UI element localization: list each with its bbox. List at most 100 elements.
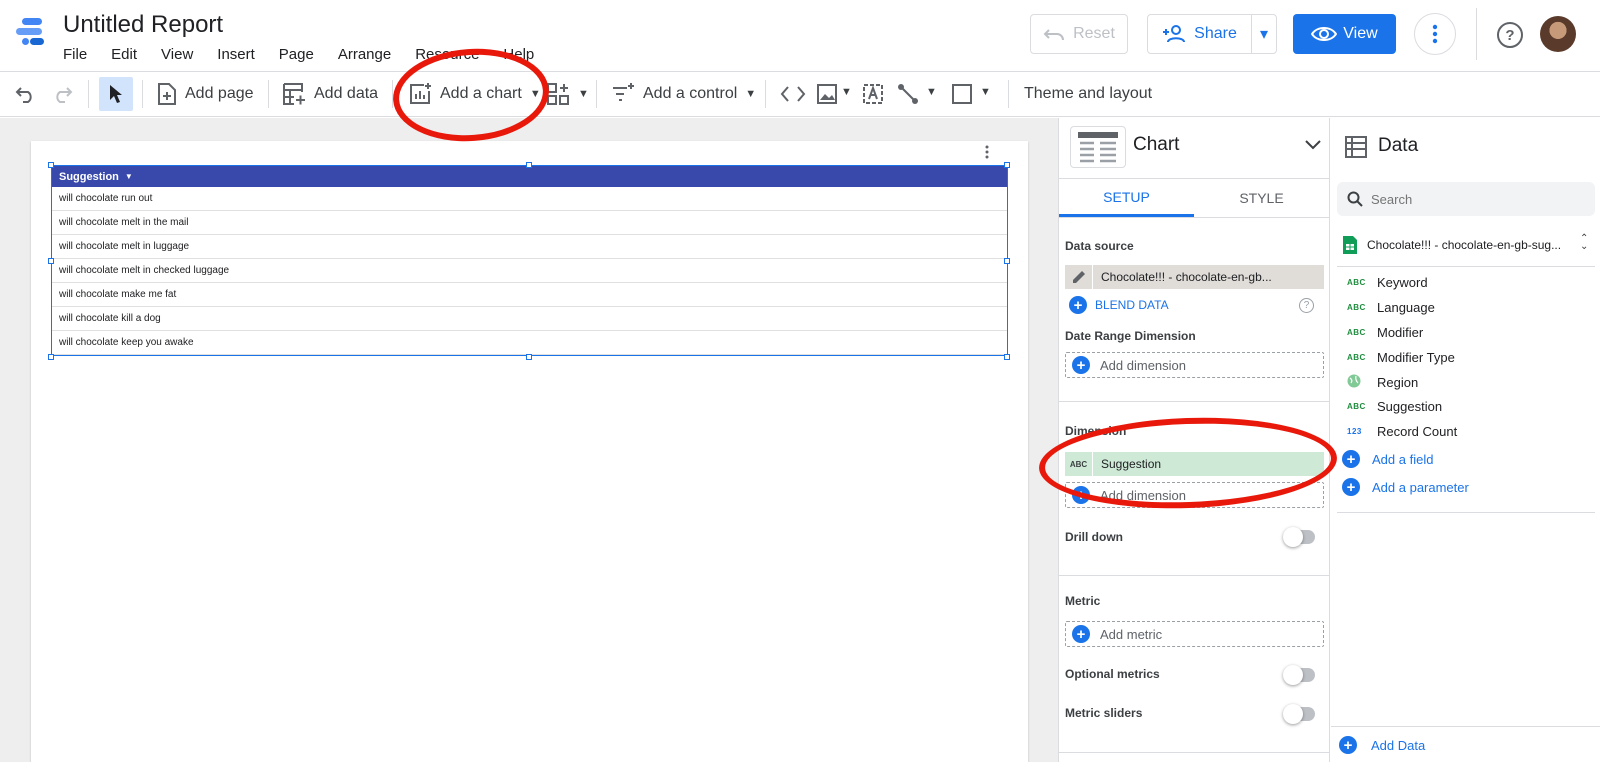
data-source-name: Chocolate!!! - chocolate-en-gb... bbox=[1101, 270, 1272, 284]
add-component-button[interactable]: ▼ bbox=[546, 72, 589, 116]
table-chart-type-icon[interactable] bbox=[1070, 126, 1126, 168]
add-page-button[interactable]: Add page bbox=[157, 72, 254, 116]
tab-style[interactable]: STYLE bbox=[1194, 179, 1329, 217]
field-modifier[interactable]: ABC Modifier bbox=[1347, 325, 1423, 340]
drill-down-toggle[interactable] bbox=[1283, 527, 1315, 547]
divider bbox=[1337, 512, 1595, 513]
abc-type-icon: ABC bbox=[1347, 278, 1366, 287]
toolbar-divider bbox=[596, 80, 597, 108]
data-source-chip[interactable]: Chocolate!!! - chocolate-en-gb... bbox=[1065, 265, 1324, 289]
table-header[interactable]: Suggestion ▼ bbox=[52, 166, 1007, 187]
resize-handle[interactable] bbox=[48, 162, 54, 168]
menu-page[interactable]: Page bbox=[279, 46, 314, 63]
avatar[interactable] bbox=[1540, 16, 1576, 52]
menu-insert[interactable]: Insert bbox=[217, 46, 255, 63]
field-name: Keyword bbox=[1377, 275, 1428, 290]
table-row: will chocolate melt in luggage bbox=[52, 235, 1007, 259]
code-embed-icon[interactable] bbox=[780, 84, 806, 104]
date-range-label: Date Range Dimension bbox=[1065, 329, 1196, 343]
column-header-suggestion[interactable]: Suggestion bbox=[59, 171, 119, 183]
help-icon[interactable]: ? bbox=[1497, 22, 1523, 48]
google-sheets-icon bbox=[1343, 236, 1357, 254]
share-button[interactable]: Share ▾ bbox=[1147, 14, 1277, 54]
optional-metrics-toggle[interactable] bbox=[1283, 665, 1315, 685]
reset-button[interactable]: Reset bbox=[1030, 14, 1128, 54]
data-table-icon bbox=[1345, 136, 1367, 158]
field-modifier-type[interactable]: ABC Modifier Type bbox=[1347, 350, 1455, 365]
text-box-icon[interactable] bbox=[862, 83, 884, 105]
add-data-button[interactable]: Add data bbox=[282, 72, 378, 116]
field-keyword[interactable]: ABC Keyword bbox=[1347, 275, 1428, 290]
add-person-icon bbox=[1163, 25, 1186, 43]
metric-sliders-toggle[interactable] bbox=[1283, 704, 1315, 724]
app-header: Untitled Report File Edit View Insert Pa… bbox=[0, 0, 1600, 71]
tab-setup[interactable]: SETUP bbox=[1059, 179, 1194, 217]
search-input[interactable] bbox=[1371, 191, 1571, 207]
field-name: Modifier bbox=[1377, 325, 1424, 340]
undo-icon[interactable] bbox=[15, 85, 37, 103]
add-field-label: Add a field bbox=[1372, 451, 1434, 467]
redo-icon[interactable] bbox=[51, 85, 73, 103]
divider bbox=[1059, 401, 1329, 402]
menu-edit[interactable]: Edit bbox=[111, 46, 137, 63]
resize-handle[interactable] bbox=[1004, 162, 1010, 168]
chevron-down-icon[interactable]: ▼ bbox=[980, 86, 991, 98]
filter-control-icon bbox=[613, 83, 634, 101]
view-label: View bbox=[1343, 25, 1378, 42]
field-region[interactable]: Region bbox=[1347, 374, 1418, 390]
data-source-name: Chocolate!!! - chocolate-en-gb-sug... bbox=[1367, 238, 1562, 252]
chevron-down-icon[interactable]: ▼ bbox=[841, 86, 852, 98]
add-component-icon bbox=[547, 83, 569, 105]
resize-handle[interactable] bbox=[1004, 354, 1010, 360]
plus-circle-icon: + bbox=[1342, 478, 1360, 496]
menu-view[interactable]: View bbox=[161, 46, 193, 63]
field-suggestion[interactable]: ABC Suggestion bbox=[1347, 399, 1442, 414]
toolbar-divider bbox=[142, 80, 143, 108]
field-name: Suggestion bbox=[1377, 399, 1443, 414]
resize-handle[interactable] bbox=[48, 258, 54, 264]
menu-file[interactable]: File bbox=[63, 46, 87, 63]
add-metric-button[interactable]: + Add metric bbox=[1065, 621, 1324, 647]
more-options-button[interactable] bbox=[1414, 13, 1456, 55]
pencil-edit-icon[interactable] bbox=[1065, 265, 1093, 289]
add-control-button[interactable]: Add a control ▼ bbox=[611, 72, 756, 116]
search-field[interactable] bbox=[1337, 182, 1595, 216]
add-page-icon bbox=[158, 83, 176, 105]
field-record-count[interactable]: 123 Record Count bbox=[1347, 424, 1457, 439]
search-icon bbox=[1347, 191, 1363, 207]
line-icon[interactable] bbox=[897, 83, 919, 105]
add-parameter-button[interactable]: + Add a parameter bbox=[1342, 478, 1469, 496]
add-data-panel-button[interactable]: + Add Data bbox=[1339, 736, 1425, 754]
sort-caret-icon[interactable]: ▼ bbox=[125, 172, 133, 181]
resize-handle[interactable] bbox=[1004, 258, 1010, 264]
menu-arrange[interactable]: Arrange bbox=[338, 46, 391, 63]
table-chart[interactable]: Suggestion ▼ will chocolate run out will… bbox=[51, 165, 1008, 356]
share-dropdown-icon[interactable]: ▾ bbox=[1252, 24, 1276, 44]
resize-handle[interactable] bbox=[526, 162, 532, 168]
add-data-label: Add Data bbox=[1371, 737, 1426, 753]
report-title[interactable]: Untitled Report bbox=[63, 11, 223, 39]
chevron-down-icon[interactable]: ▼ bbox=[926, 86, 937, 98]
more-vert-icon[interactable] bbox=[984, 145, 990, 159]
table-row: will chocolate melt in checked luggage bbox=[52, 259, 1007, 283]
theme-layout-label: Theme and layout bbox=[1024, 85, 1153, 102]
theme-layout-button[interactable]: Theme and layout bbox=[1024, 72, 1152, 116]
help-icon[interactable]: ? bbox=[1299, 298, 1314, 313]
shape-icon[interactable] bbox=[951, 83, 973, 105]
image-icon[interactable] bbox=[816, 83, 838, 105]
view-button[interactable]: View bbox=[1293, 14, 1396, 54]
chevron-down-icon[interactable] bbox=[1305, 140, 1321, 150]
field-language[interactable]: ABC Language bbox=[1347, 300, 1435, 315]
expand-collapse-icon[interactable]: ⌃ ⌄ bbox=[1580, 234, 1588, 252]
divider bbox=[1059, 217, 1329, 218]
share-main[interactable]: Share bbox=[1148, 15, 1252, 53]
add-date-dimension-button[interactable]: + Add dimension bbox=[1065, 352, 1324, 378]
resize-handle[interactable] bbox=[526, 354, 532, 360]
add-dimension-label: Add dimension bbox=[1100, 357, 1186, 373]
resize-handle[interactable] bbox=[48, 354, 54, 360]
plus-circle-icon: + bbox=[1072, 356, 1090, 374]
reset-label: Reset bbox=[1073, 25, 1115, 42]
add-field-button[interactable]: + Add a field bbox=[1342, 450, 1433, 468]
blend-data-button[interactable]: + BLEND DATA bbox=[1069, 296, 1169, 314]
data-source-item[interactable]: Chocolate!!! - chocolate-en-gb-sug... bbox=[1343, 236, 1561, 254]
